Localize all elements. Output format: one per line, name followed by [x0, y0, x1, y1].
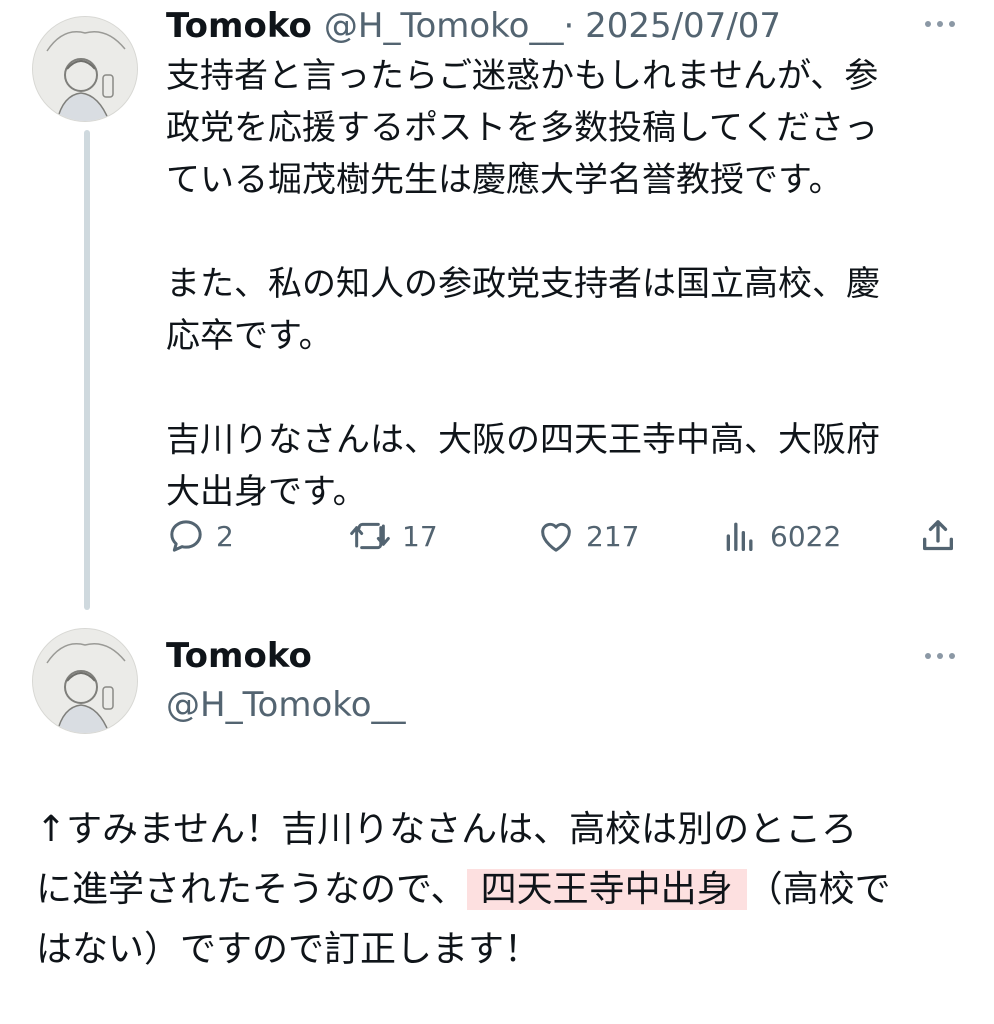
highlighted-text: 四天王寺中出身 — [466, 869, 747, 910]
views-chart-icon — [726, 522, 753, 551]
tweet-text: 支持者と言ったらご迷惑かもしれませんが、参 政党を応援するポストを多数投稿してく… — [166, 56, 880, 512]
avatar[interactable] — [32, 628, 138, 734]
repost-button[interactable]: 17 — [348, 512, 438, 560]
repost-count: 17 — [402, 519, 438, 553]
more-options-icon[interactable] — [920, 648, 960, 664]
like-count: 217 — [586, 519, 640, 553]
share-icon — [923, 520, 953, 551]
avatar-illustration-icon — [33, 629, 137, 733]
more-options-icon[interactable] — [920, 16, 960, 32]
thread-line — [84, 130, 90, 610]
heart-icon — [541, 522, 571, 552]
view-count: 6022 — [770, 519, 842, 553]
author-name[interactable]: Tomoko — [166, 634, 312, 678]
tweet-header: Tomoko @H_Tomoko__· 2025/07/07 — [166, 4, 781, 48]
share-button[interactable] — [918, 512, 958, 560]
author-handle[interactable]: @H_Tomoko__ — [324, 6, 564, 46]
views-button[interactable]: 6022 — [720, 512, 841, 560]
tweet-text: ↑すみません！吉川りなさんは、高校は別のところ に進学されたそうなので、 四天王寺… — [36, 800, 966, 980]
author-handle[interactable]: @H_Tomoko__ — [166, 683, 406, 727]
post-date[interactable]: · 2025/07/07 — [563, 6, 781, 46]
like-button[interactable]: 217 — [536, 512, 639, 560]
avatar[interactable] — [32, 16, 138, 122]
reply-count: 2 — [216, 519, 234, 553]
author-name[interactable]: Tomoko — [166, 6, 312, 46]
repost-icon — [350, 522, 390, 550]
reply-icon — [170, 520, 202, 552]
reply-button[interactable]: 2 — [166, 512, 234, 560]
avatar-illustration-icon — [33, 17, 137, 121]
